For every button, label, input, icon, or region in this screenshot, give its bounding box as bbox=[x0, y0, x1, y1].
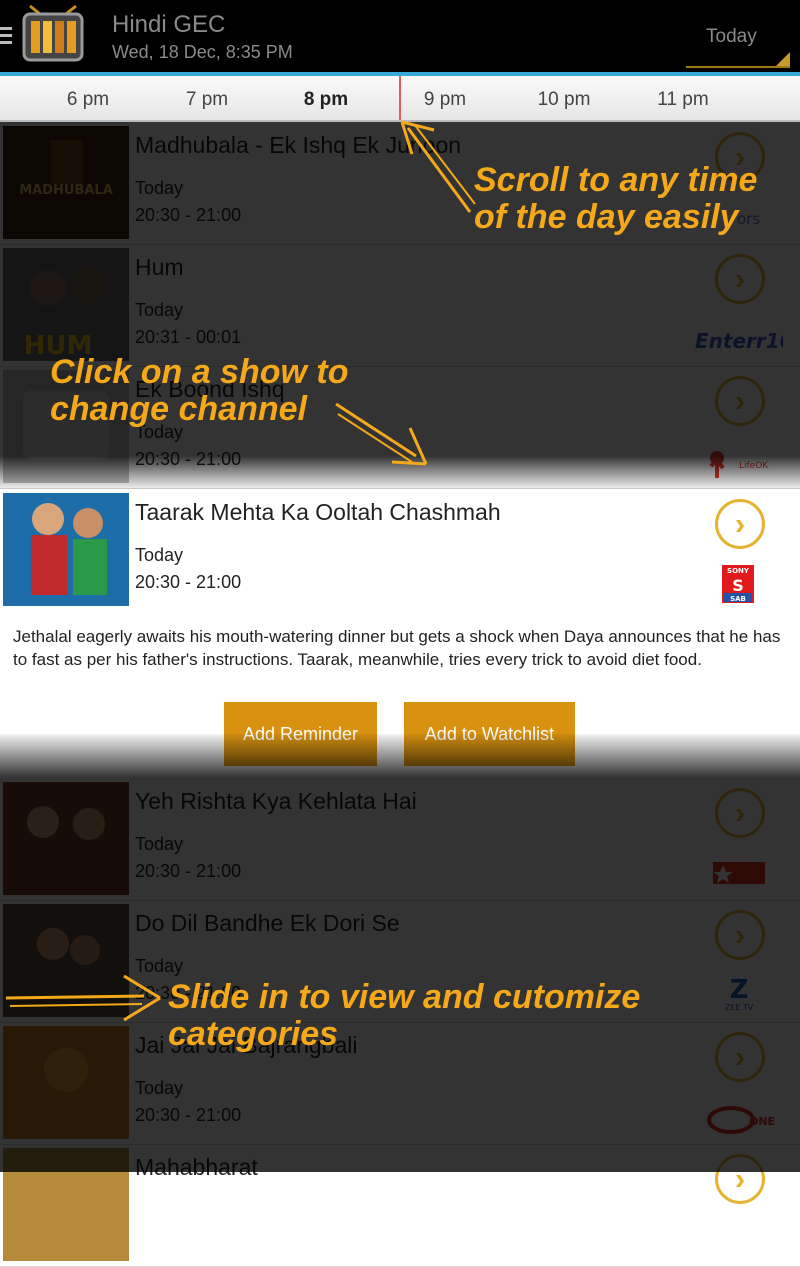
show-title: Taarak Mehta Ka Ooltah Chashmah bbox=[135, 499, 501, 525]
hint-arrow-right-icon bbox=[5, 974, 161, 1022]
show-row[interactable]: Yeh Rishta Kya Kehlata Hai Today 20:30 -… bbox=[0, 778, 800, 901]
chevron-right-icon[interactable]: › bbox=[715, 910, 765, 960]
show-time: 20:30 - 21:00 bbox=[135, 572, 242, 592]
add-reminder-button[interactable]: Add Reminder bbox=[224, 702, 377, 766]
tv-logo-icon bbox=[22, 4, 84, 62]
time-tick-current[interactable]: 8 pm bbox=[281, 89, 371, 111]
show-time: 20:30 - 21:00 bbox=[135, 861, 242, 881]
show-day: Today bbox=[135, 545, 184, 565]
time-tick[interactable]: 11 pm bbox=[638, 89, 728, 111]
hint-slide-text: Slide in to view and cutomize categories bbox=[168, 978, 641, 1053]
add-to-watchlist-button[interactable]: Add to Watchlist bbox=[404, 702, 575, 766]
show-title: Yeh Rishta Kya Kehlata Hai bbox=[135, 788, 417, 814]
svg-text:ZEE TV: ZEE TV bbox=[725, 1003, 754, 1012]
show-time: 20:30 - 21:00 bbox=[135, 1105, 242, 1125]
app-title: Hindi GEC bbox=[112, 11, 226, 38]
hint-scroll-text: Scroll to any time of the day easily bbox=[474, 161, 758, 236]
channel-logo-lifeok: LifeOK bbox=[709, 451, 769, 478]
svg-text:SAB: SAB bbox=[730, 595, 746, 603]
show-row[interactable]: HUM Hum Today 20:31 - 00:01 › Enterr10 bbox=[0, 244, 800, 367]
hint-arrow-down-icon bbox=[335, 402, 428, 466]
chevron-right-icon[interactable]: › bbox=[715, 254, 765, 304]
hint-arrow-up-icon bbox=[400, 120, 476, 213]
svg-text:SONY: SONY bbox=[727, 567, 750, 575]
svg-text:Enterr10: Enterr10 bbox=[695, 329, 783, 353]
show-thumbnail bbox=[3, 1026, 129, 1139]
channel-logo-sony-sab: SONY S SAB bbox=[695, 561, 781, 607]
show-title: Do Dil Bandhe Ek Dori Se bbox=[135, 910, 400, 936]
show-time: 20:30 - 21:00 bbox=[135, 205, 242, 225]
chevron-right-icon[interactable]: › bbox=[715, 376, 765, 426]
chevron-right-icon[interactable]: › bbox=[715, 788, 765, 838]
chevron-right-icon[interactable]: › bbox=[715, 499, 765, 549]
svg-text:Z: Z bbox=[730, 975, 749, 1005]
time-tick[interactable]: 7 pm bbox=[162, 89, 252, 111]
time-tick[interactable]: 6 pm bbox=[43, 89, 133, 111]
show-time: 20:30 - 21:00 bbox=[135, 449, 242, 469]
show-thumbnail bbox=[3, 1148, 129, 1261]
channel-logo-sahara-one: ONE bbox=[707, 1106, 775, 1134]
svg-text:S: S bbox=[732, 576, 744, 595]
show-row[interactable]: Mahabharat › bbox=[0, 1144, 800, 1267]
show-day: Today bbox=[135, 1078, 184, 1098]
day-dropdown[interactable]: Today bbox=[686, 8, 790, 68]
hint-click-text: Click on a show to change channel bbox=[50, 353, 349, 428]
timeline-scroller[interactable]: 6 pm 7 pm 8 pm 9 pm 10 pm 11 pm bbox=[0, 76, 800, 122]
channel-logo-enterr10: Enterr10 bbox=[695, 329, 783, 353]
show-day: Today bbox=[135, 834, 184, 854]
show-title: Mahabharat bbox=[135, 1154, 258, 1180]
time-tick[interactable]: 9 pm bbox=[400, 89, 490, 111]
show-title: Hum bbox=[135, 254, 184, 280]
show-day: Today bbox=[135, 178, 184, 198]
show-day: Today bbox=[135, 300, 184, 320]
dropdown-caret-icon bbox=[776, 52, 790, 66]
channel-logo-star-plus bbox=[713, 862, 765, 884]
thumb-text: MADHUBALA bbox=[19, 183, 113, 198]
day-dropdown-label: Today bbox=[706, 26, 757, 47]
chevron-right-icon[interactable]: › bbox=[715, 1154, 765, 1204]
chevron-right-icon[interactable]: › bbox=[715, 1032, 765, 1082]
channel-logo-zee-tv: Z ZEE TV bbox=[725, 975, 754, 1012]
app-header: Hindi GEC Wed, 18 Dec, 8:35 PM Today bbox=[0, 0, 800, 76]
time-tick[interactable]: 10 pm bbox=[519, 89, 609, 111]
show-thumbnail: HUM bbox=[3, 248, 129, 361]
show-time: 20:31 - 00:01 bbox=[135, 327, 242, 347]
svg-text:LifeOK: LifeOK bbox=[739, 461, 769, 471]
drawer-menu-icon[interactable] bbox=[0, 27, 12, 48]
show-thumbnail bbox=[3, 782, 129, 895]
show-description: Jethalal eagerly awaits his mouth-wateri… bbox=[13, 627, 781, 669]
expanded-show-card[interactable]: Taarak Mehta Ka Ooltah Chashmah Today 20… bbox=[0, 488, 800, 779]
date-time-subtitle: Wed, 18 Dec, 8:35 PM bbox=[112, 42, 293, 62]
show-thumbnail bbox=[3, 493, 129, 606]
svg-text:ONE: ONE bbox=[749, 1115, 775, 1128]
show-thumbnail: MADHUBALA bbox=[3, 126, 129, 239]
